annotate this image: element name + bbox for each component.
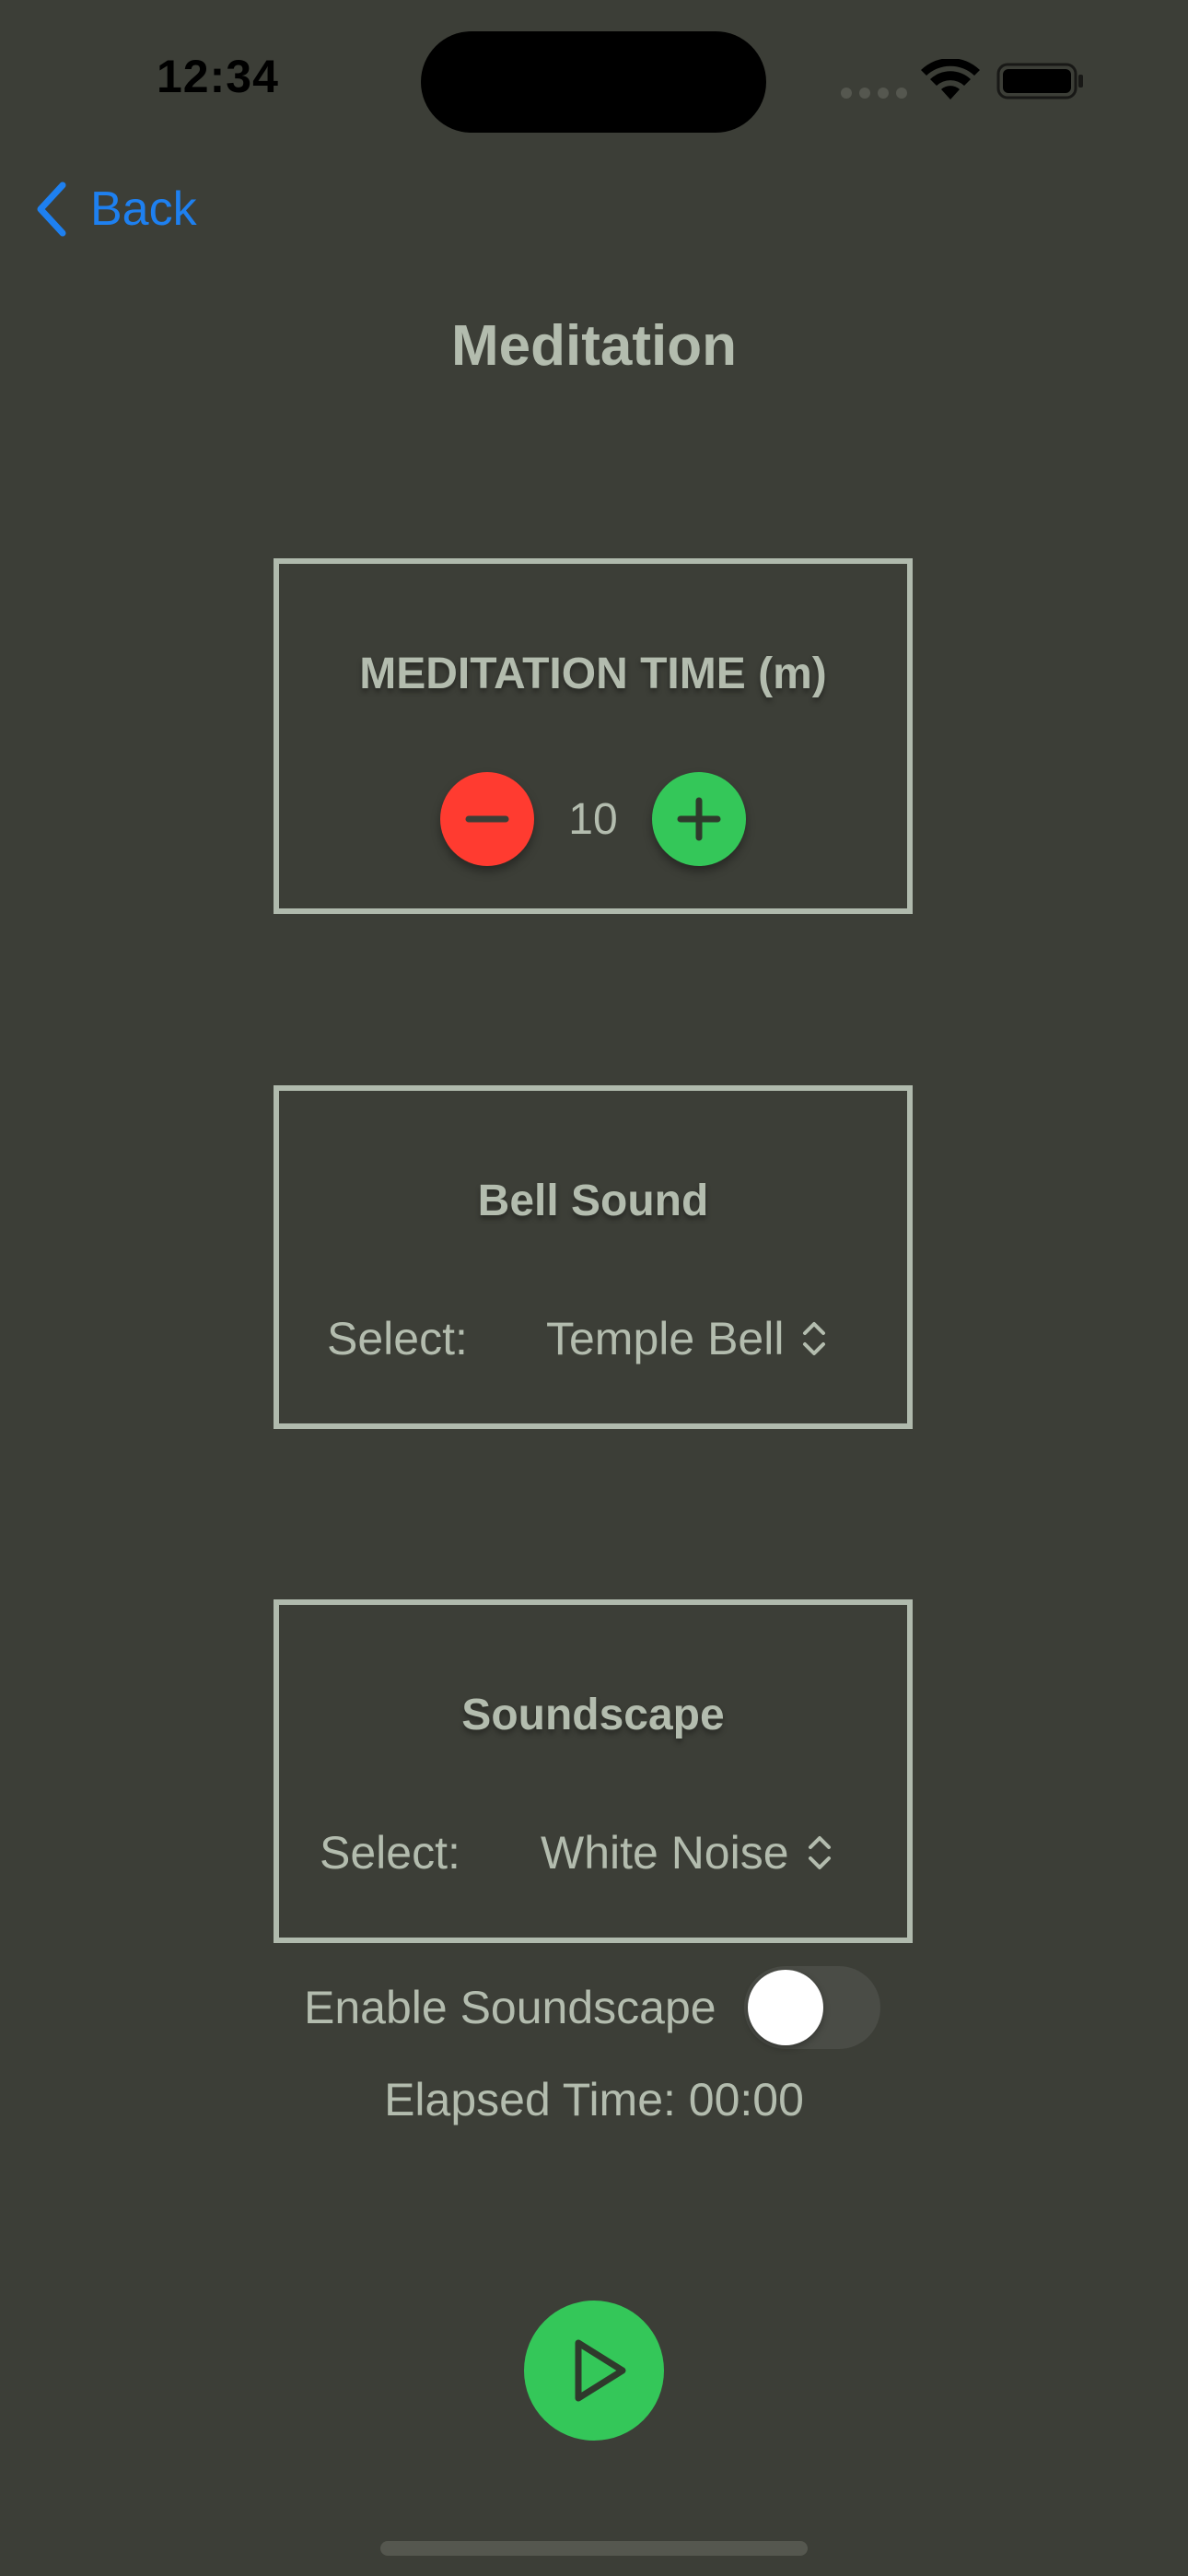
home-indicator	[380, 2541, 808, 2556]
soundscape-select-label: Select:	[320, 1827, 460, 1879]
decrease-time-button[interactable]	[440, 772, 534, 866]
soundscape-selected: White Noise	[541, 1827, 789, 1879]
chevron-up-down-icon	[803, 1322, 826, 1355]
play-icon	[575, 2339, 626, 2402]
plus-icon	[677, 797, 721, 841]
page-title: Meditation	[451, 314, 737, 378]
soundscape-card: Soundscape Select: White Noise	[274, 1599, 913, 1943]
bell-sound-selected: Temple Bell	[546, 1313, 785, 1364]
toggle-knob	[747, 1970, 823, 2045]
bell-sound-card: Bell Sound Select: Temple Bell	[274, 1085, 913, 1429]
minus-icon	[465, 815, 509, 823]
bell-sound-select-label: Select:	[327, 1313, 468, 1364]
soundscape-picker[interactable]: White Noise	[541, 1826, 833, 1879]
bell-sound-picker[interactable]: Temple Bell	[546, 1312, 828, 1365]
chevron-up-down-icon	[808, 1836, 831, 1869]
meditation-time-value: 10	[568, 794, 618, 844]
enable-soundscape-label: Enable Soundscape	[304, 1982, 716, 2033]
cellular-signal-icon	[841, 88, 907, 99]
back-button[interactable]: Back	[33, 177, 197, 241]
meditation-screen: 12:34 Back Meditation MEDITATION TIME (m…	[0, 0, 1188, 2576]
bell-sound-title: Bell Sound	[477, 1177, 709, 1225]
enable-soundscape-row: Enable Soundscape	[304, 1966, 880, 2049]
elapsed-time-label: Elapsed Time: 00:00	[384, 2074, 804, 2125]
wifi-icon	[921, 59, 980, 100]
increase-time-button[interactable]	[652, 772, 746, 866]
enable-soundscape-toggle[interactable]	[743, 1966, 880, 2049]
back-label: Back	[90, 182, 197, 236]
soundscape-title: Soundscape	[461, 1691, 725, 1739]
status-time: 12:34	[157, 51, 279, 102]
meditation-time-card: MEDITATION TIME (m) 10	[274, 558, 913, 914]
dynamic-island	[421, 31, 766, 133]
battery-icon	[996, 63, 1083, 100]
meditation-time-title: MEDITATION TIME (m)	[359, 650, 827, 698]
chevron-left-icon	[37, 181, 66, 237]
meditation-time-stepper: 10	[279, 772, 907, 866]
play-button[interactable]	[524, 2301, 664, 2441]
